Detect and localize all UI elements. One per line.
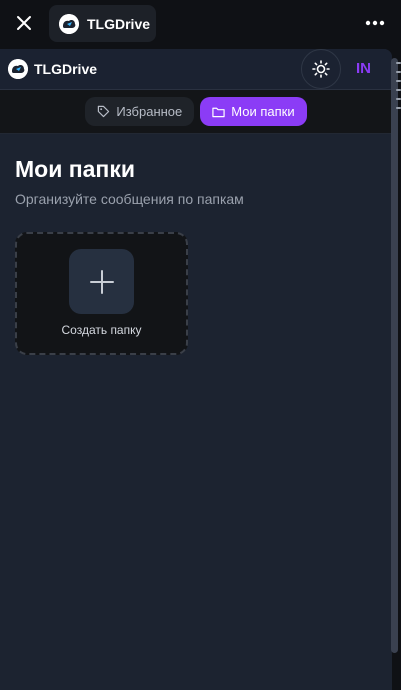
app-window: TLGDrive IN Избранное Мои папки Мои папк… xyxy=(0,49,392,690)
miniapp-chrome-bar: TLGDrive xyxy=(0,0,401,47)
main-content: Мои папки Организуйте сообщения по папка… xyxy=(0,134,392,377)
tabs-bar: Избранное Мои папки xyxy=(0,90,392,134)
brand[interactable]: TLGDrive xyxy=(8,59,97,79)
tag-icon xyxy=(98,105,110,118)
edge-marks xyxy=(396,62,401,116)
app-header: TLGDrive IN xyxy=(0,49,392,90)
create-folder-button[interactable]: Создать папку xyxy=(15,232,188,355)
sun-icon xyxy=(312,60,330,78)
close-button[interactable] xyxy=(12,11,36,35)
more-horizontal-icon xyxy=(365,20,385,26)
tab-label: Избранное xyxy=(116,104,183,119)
page-subtitle: Организуйте сообщения по папкам xyxy=(15,191,244,207)
tab-label: Мои папки xyxy=(231,104,295,119)
scrollbar-thumb[interactable] xyxy=(391,58,398,653)
plus-icon xyxy=(89,269,114,294)
page-title: Мои папки xyxy=(15,156,135,182)
folder-icon xyxy=(212,107,225,117)
tlgdrive-logo-icon xyxy=(8,59,28,79)
tab-favorites[interactable]: Избранное xyxy=(85,97,195,126)
tlgdrive-logo-icon xyxy=(59,13,79,34)
theme-toggle-button[interactable] xyxy=(301,49,341,89)
brand-name: TLGDrive xyxy=(34,61,98,77)
app-title: TLGDrive xyxy=(87,15,151,32)
language-switch[interactable]: IN xyxy=(356,60,371,77)
more-options-button[interactable] xyxy=(363,14,387,32)
close-icon xyxy=(17,16,31,30)
create-folder-label: Создать папку xyxy=(61,323,142,337)
plus-box xyxy=(69,249,134,314)
tab-my-folders[interactable]: Мои папки xyxy=(200,97,307,126)
app-title-chip[interactable]: TLGDrive xyxy=(49,5,156,42)
